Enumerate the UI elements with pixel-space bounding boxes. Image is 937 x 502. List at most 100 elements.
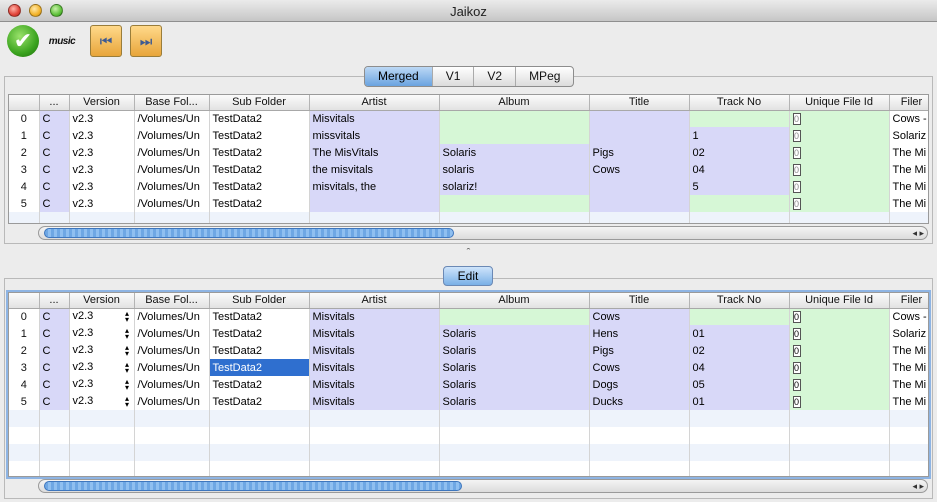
cell-title[interactable]: [589, 127, 690, 144]
save-checkmark-icon[interactable]: ✔: [7, 25, 39, 57]
table-row[interactable]: 1 Cv2.3/Volumes/Un TestData2 missvitals 1 0 So…: [9, 127, 928, 144]
cell-album[interactable]: [439, 110, 590, 127]
cell-artist[interactable]: Misvitals: [309, 393, 440, 410]
cell-version[interactable]: v2.3 ▴ ▾: [69, 359, 135, 376]
cell-sub-folder[interactable]: TestData2: [209, 342, 310, 359]
cell-unique-file-id[interactable]: 0: [789, 195, 890, 212]
column-header-title[interactable]: Title: [589, 293, 690, 309]
cell-version[interactable]: v2.3: [69, 161, 135, 178]
cell-base-folder[interactable]: /Volumes/Un: [134, 195, 210, 212]
cell-status[interactable]: C: [39, 342, 70, 359]
cell-album[interactable]: solariz!: [439, 178, 590, 195]
cell-unique-file-id[interactable]: 0: [789, 393, 890, 410]
cell-sub-folder[interactable]: TestData2: [209, 178, 310, 195]
cell-filename[interactable]: Cows -: [889, 308, 928, 325]
cell-unique-file-id[interactable]: 0: [789, 342, 890, 359]
cell-track-no[interactable]: [689, 195, 790, 212]
cell-title[interactable]: Cows: [589, 161, 690, 178]
cell-sub-folder[interactable]: TestData2: [209, 359, 310, 376]
split-pane-divider[interactable]: ˆ: [0, 247, 937, 259]
cell-filename[interactable]: Solariz: [889, 325, 928, 342]
cell-base-folder[interactable]: /Volumes/Un: [134, 144, 210, 161]
cell-artist[interactable]: Misvitals: [309, 359, 440, 376]
cell-status[interactable]: C: [39, 359, 70, 376]
cell-title[interactable]: Ducks: [589, 393, 690, 410]
column-header-filename[interactable]: Filer: [889, 293, 928, 309]
cell-sub-folder[interactable]: TestData2: [209, 110, 310, 127]
column-header-row-number[interactable]: [9, 293, 40, 309]
table-row[interactable]: 4 Cv2.3 ▴ ▾ /Volumes/Un TestData2 Misvitals Sol…: [9, 376, 928, 393]
column-header-base-folder[interactable]: Base Fol...: [134, 95, 210, 111]
cell-sub-folder[interactable]: TestData2: [209, 144, 310, 161]
table-row[interactable]: 4 Cv2.3/Volumes/Un TestData2 misvitals, the…: [9, 178, 928, 195]
cell-album[interactable]: Solaris: [439, 359, 590, 376]
cell-album[interactable]: [439, 127, 590, 144]
table-row[interactable]: 3 Cv2.3 ▴ ▾ /Volumes/Un TestData2 Misvitals Sol…: [9, 359, 928, 376]
column-header-artist[interactable]: Artist: [309, 95, 440, 111]
cell-status[interactable]: C: [39, 195, 70, 212]
cell-unique-file-id[interactable]: 0: [789, 359, 890, 376]
tab-v2[interactable]: V2: [474, 67, 517, 86]
cell-unique-file-id[interactable]: 0: [789, 325, 890, 342]
version-stepper-icon[interactable]: ▴ ▾: [124, 378, 131, 392]
musicbrainz-icon[interactable]: music: [46, 25, 78, 57]
cell-track-no[interactable]: 02: [689, 342, 790, 359]
column-header-album[interactable]: Album: [439, 293, 590, 309]
unique-file-id-box[interactable]: 0: [792, 327, 801, 340]
cell-album[interactable]: Solaris: [439, 393, 590, 410]
merged-scroll-thumb[interactable]: [44, 228, 454, 238]
cell-title[interactable]: Cows: [589, 359, 690, 376]
cell-unique-file-id[interactable]: 0: [789, 110, 890, 127]
cell-sub-folder[interactable]: TestData2: [209, 195, 310, 212]
cell-artist[interactable]: Misvitals: [309, 325, 440, 342]
cell-filename[interactable]: The Mi: [889, 144, 928, 161]
column-header-status[interactable]: ...: [39, 95, 70, 111]
cell-status[interactable]: C: [39, 161, 70, 178]
version-stepper-icon[interactable]: ▴ ▾: [124, 344, 131, 358]
cell-status[interactable]: C: [39, 127, 70, 144]
cell-sub-folder[interactable]: TestData2: [209, 393, 310, 410]
cell-artist[interactable]: The MisVitals: [309, 144, 440, 161]
cell-title[interactable]: [589, 178, 690, 195]
table-row[interactable]: 5 Cv2.3 ▴ ▾ /Volumes/Un TestData2 Misvitals Sol…: [9, 393, 928, 410]
unique-file-id-box[interactable]: 0: [792, 112, 801, 125]
cell-track-no[interactable]: 04: [689, 359, 790, 376]
cell-filename[interactable]: The Mi: [889, 161, 928, 178]
unique-file-id-box[interactable]: 0: [792, 395, 801, 408]
cell-filename[interactable]: Solariz: [889, 127, 928, 144]
cell-title[interactable]: Cows: [589, 308, 690, 325]
cell-track-no[interactable]: 01: [689, 325, 790, 342]
cell-filename[interactable]: The Mi: [889, 393, 928, 410]
cell-sub-folder[interactable]: TestData2: [209, 127, 310, 144]
cell-title[interactable]: Pigs: [589, 342, 690, 359]
column-header-sub-folder[interactable]: Sub Folder: [209, 293, 310, 309]
column-header-unique-file-id[interactable]: Unique File Id: [789, 95, 890, 111]
cell-sub-folder[interactable]: TestData2: [209, 376, 310, 393]
previous-record-icon[interactable]: ⏮: [90, 25, 122, 57]
scroll-arrows-icon[interactable]: ◂ ▸: [912, 480, 924, 492]
cell-track-no[interactable]: [689, 110, 790, 127]
cell-title[interactable]: [589, 195, 690, 212]
cell-base-folder[interactable]: /Volumes/Un: [134, 359, 210, 376]
next-record-icon[interactable]: ⏭: [130, 25, 162, 57]
cell-filename[interactable]: Cows -: [889, 110, 928, 127]
edit-scroll-thumb[interactable]: [44, 481, 462, 491]
cell-status[interactable]: C: [39, 376, 70, 393]
cell-version[interactable]: v2.3: [69, 144, 135, 161]
cell-title[interactable]: Dogs: [589, 376, 690, 393]
cell-filename[interactable]: The Mi: [889, 178, 928, 195]
cell-album[interactable]: Solaris: [439, 342, 590, 359]
table-row[interactable]: 1 Cv2.3 ▴ ▾ /Volumes/Un TestData2 Misvitals Sol…: [9, 325, 928, 342]
cell-status[interactable]: C: [39, 178, 70, 195]
cell-sub-folder[interactable]: TestData2: [209, 308, 310, 325]
column-header-filename[interactable]: Filer: [889, 95, 928, 111]
column-header-unique-file-id[interactable]: Unique File Id: [789, 293, 890, 309]
cell-version[interactable]: v2.3: [69, 195, 135, 212]
cell-base-folder[interactable]: /Volumes/Un: [134, 342, 210, 359]
cell-version[interactable]: v2.3 ▴ ▾: [69, 376, 135, 393]
cell-album[interactable]: solaris: [439, 161, 590, 178]
column-header-version[interactable]: Version: [69, 95, 135, 111]
scroll-arrows-icon[interactable]: ◂ ▸: [912, 227, 924, 239]
cell-album[interactable]: Solaris: [439, 376, 590, 393]
column-header-track-no[interactable]: Track No: [689, 293, 790, 309]
